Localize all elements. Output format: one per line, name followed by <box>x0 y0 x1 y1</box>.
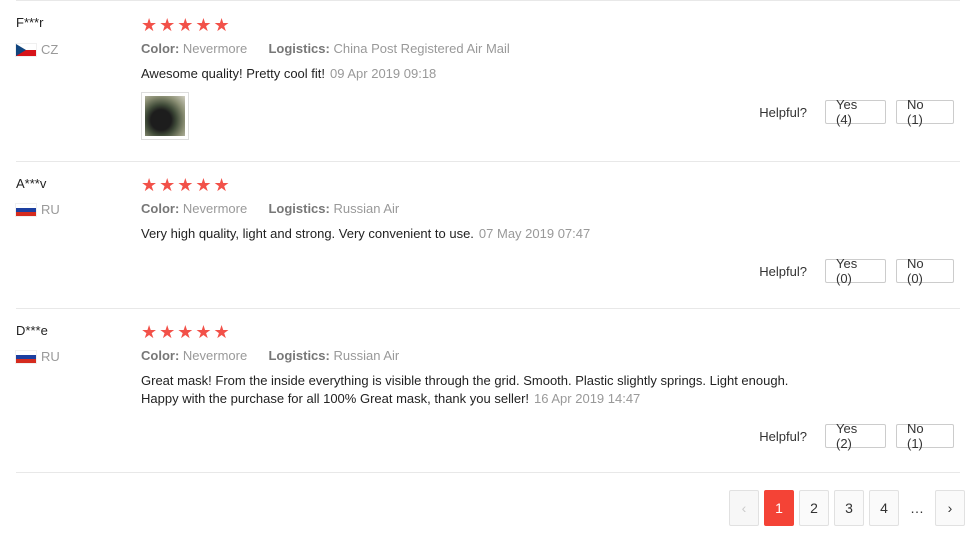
star-rating: ★★★★★ <box>141 15 232 35</box>
pagination-ellipsis: … <box>910 500 924 516</box>
review-date: 16 Apr 2019 14:47 <box>534 391 641 406</box>
star-rating: ★★★★★ <box>141 322 232 342</box>
helpful-label: Helpful? <box>759 428 807 444</box>
color-label: Color: <box>141 41 180 56</box>
country-code: RU <box>41 202 60 217</box>
helpful-label: Helpful? <box>759 104 807 120</box>
color-label: Color: <box>141 348 180 363</box>
czech-flag-icon <box>16 43 36 56</box>
prev-page-chevron-left-icon[interactable]: ‹ <box>729 490 759 526</box>
logistics-label: Logistics: <box>268 41 330 56</box>
country-code: CZ <box>41 42 59 57</box>
helpful-no-button[interactable]: No (1) <box>896 97 954 127</box>
helpful-yes-button[interactable]: Yes (4) <box>825 97 886 127</box>
reviews-page: F***r CZ ★★★★★ Color: Nevermore Logistic… <box>0 0 976 539</box>
review-item: F***r CZ ★★★★★ Color: Nevermore Logistic… <box>16 1 960 162</box>
color-value: Nevermore <box>182 41 248 56</box>
logistics-value: Russian Air <box>333 201 400 216</box>
page-4-button[interactable]: 4 <box>869 490 899 526</box>
pagination: ‹ 1 2 3 4 … › <box>724 490 965 526</box>
helpful-controls: Helpful? Yes (0) No (0) <box>759 256 954 286</box>
review-body-line: Happy with the purchase for all 100% Gre… <box>141 390 861 408</box>
review-meta: Color: Nevermore Logistics: Russian Air <box>141 348 399 363</box>
page-3-button[interactable]: 3 <box>834 490 864 526</box>
logistics-label: Logistics: <box>268 348 330 363</box>
logistics-label: Logistics: <box>268 201 330 216</box>
helpful-yes-button[interactable]: Yes (2) <box>825 421 886 451</box>
helpful-yes-button[interactable]: Yes (0) <box>825 256 886 286</box>
reviewer-country: RU <box>16 202 60 217</box>
logistics-value: China Post Registered Air Mail <box>333 41 510 56</box>
review-body: Happy with the purchase for all 100% Gre… <box>141 391 530 406</box>
review-body: Awesome quality! Pretty cool fit! <box>141 66 326 81</box>
review-meta: Color: Nevermore Logistics: Russian Air <box>141 201 399 216</box>
reviewer-country: RU <box>16 349 60 364</box>
next-page-chevron-right-icon[interactable]: › <box>935 490 965 526</box>
review-text: Great mask! From the inside everything i… <box>141 372 861 408</box>
review-body-line: Great mask! From the inside everything i… <box>141 373 789 388</box>
helpful-controls: Helpful? Yes (4) No (1) <box>759 97 954 127</box>
helpful-label: Helpful? <box>759 263 807 279</box>
photo-image <box>145 96 185 136</box>
color-value: Nevermore <box>182 201 248 216</box>
color-value: Nevermore <box>182 348 248 363</box>
helpful-controls: Helpful? Yes (2) No (1) <box>759 421 954 451</box>
review-body: Very high quality, light and strong. Ver… <box>141 226 474 241</box>
review-photo-thumbnail[interactable] <box>141 92 189 140</box>
helpful-no-button[interactable]: No (0) <box>896 256 954 286</box>
country-code: RU <box>41 349 60 364</box>
russia-flag-icon <box>16 203 36 216</box>
review-item: D***e RU ★★★★★ Color: Nevermore Logistic… <box>16 309 960 473</box>
review-text: Awesome quality! Pretty cool fit! 09 Apr … <box>141 65 861 83</box>
reviewer-name: D***e <box>16 323 48 338</box>
review-text: Very high quality, light and strong. Ver… <box>141 225 861 243</box>
page-1-button[interactable]: 1 <box>764 490 794 526</box>
reviewer-country: CZ <box>16 42 58 57</box>
helpful-no-button[interactable]: No (1) <box>896 421 954 451</box>
review-date: 07 May 2019 07:47 <box>478 226 591 241</box>
color-label: Color: <box>141 201 180 216</box>
reviewer-name: F***r <box>16 15 44 30</box>
russia-flag-icon <box>16 350 36 363</box>
star-rating: ★★★★★ <box>141 175 232 195</box>
page-2-button[interactable]: 2 <box>799 490 829 526</box>
logistics-value: Russian Air <box>333 348 400 363</box>
review-date: 09 Apr 2019 09:18 <box>330 66 437 81</box>
reviewer-name: A***v <box>16 176 47 191</box>
review-item: A***v RU ★★★★★ Color: Nevermore Logistic… <box>16 162 960 309</box>
review-meta: Color: Nevermore Logistics: China Post R… <box>141 41 510 56</box>
